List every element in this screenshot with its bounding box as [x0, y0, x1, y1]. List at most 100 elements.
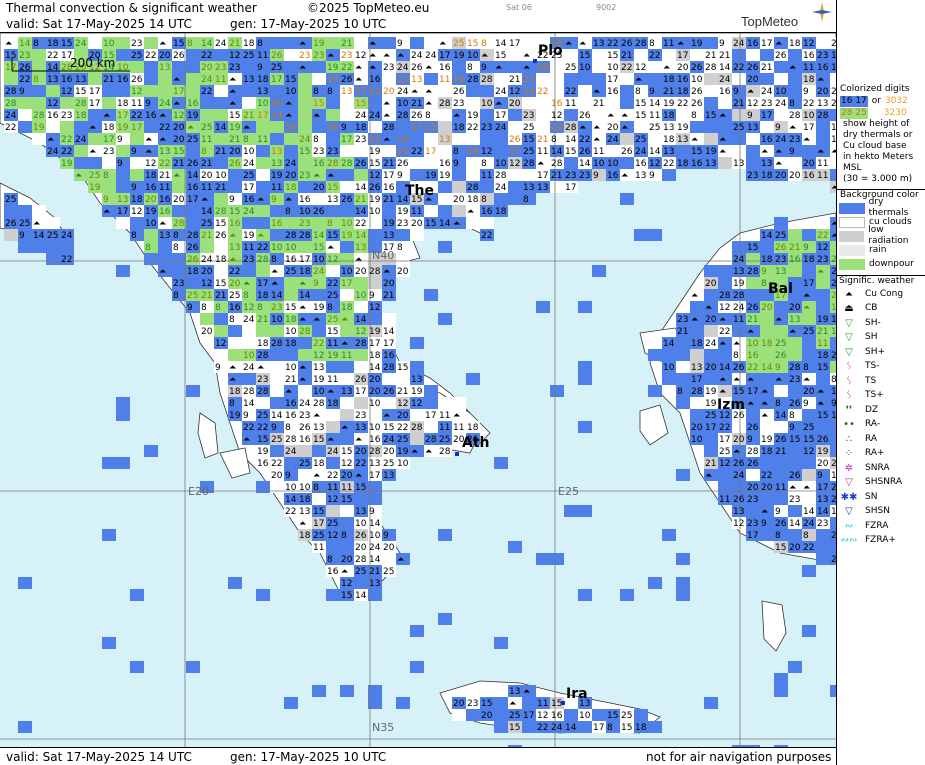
cu-cong-icon: ⏶	[369, 39, 377, 49]
thermal-digit: 25	[327, 519, 338, 529]
thermal-digit: 25	[313, 531, 324, 541]
thermal-cell	[438, 313, 452, 325]
thermal-cell	[802, 469, 816, 481]
cu-cong-icon: ⏶	[313, 171, 321, 181]
thermal-cell	[508, 541, 522, 553]
thermal-cell	[816, 301, 830, 313]
thermal-digit: 26	[621, 147, 633, 157]
thermal-cell	[648, 577, 662, 589]
thermal-digit: 16	[747, 39, 759, 49]
thermal-digit: 20	[705, 363, 717, 373]
thermal-digit: 20	[201, 63, 213, 73]
thermal-digit: 22	[47, 51, 58, 61]
cu-cong-icon: ⏶	[691, 315, 699, 325]
thermal-digit: 17	[341, 279, 352, 289]
thermal-digit: 18	[285, 183, 297, 193]
thermal-digit: 17	[187, 195, 198, 205]
thermal-digit: 21	[593, 99, 604, 109]
thermal-digit: 12	[327, 255, 338, 265]
thermal-cell	[18, 121, 32, 133]
thermal-cell	[172, 265, 186, 277]
thermal-digit: 17	[803, 279, 814, 289]
thermal-cell	[704, 37, 718, 49]
corfu-land	[197, 412, 219, 459]
thermal-digit: 14	[271, 291, 283, 301]
thermal-digit: 19	[257, 447, 269, 457]
thermal-cell	[130, 61, 144, 73]
thermal-cell	[256, 325, 270, 337]
cu-cong-icon: ⏶	[229, 87, 237, 97]
thermal-digit: 26	[299, 423, 311, 433]
thermal-digit: 10	[607, 63, 619, 73]
thermal-cell	[760, 421, 774, 433]
thermal-digit: 8	[551, 135, 557, 145]
thermal-cell	[592, 109, 606, 121]
thermal-cell	[270, 349, 284, 361]
thermal-cell	[536, 109, 550, 121]
thermal-digit: 28	[565, 123, 577, 133]
thermal-cell	[704, 697, 718, 709]
thermal-digit: 12	[327, 531, 338, 541]
thermal-digit: 22	[537, 87, 548, 97]
thermal-digit: 14	[271, 411, 283, 421]
cu-cong-icon: ⏶	[845, 288, 853, 300]
weather-map[interactable]: ⏶ 14 8 18 15 24 10 23 ⏶ 15 8 14 24 21 18 8 ⏶ 19 21 ⏶ 9 ⏶ 25 15 8…	[0, 32, 836, 748]
grid-label-n35: N35	[372, 721, 394, 734]
thermal-digit: 9	[803, 399, 809, 409]
thermal-digit: 15	[425, 123, 436, 133]
thermal-cell	[60, 241, 74, 253]
thermal-digit: 9	[649, 171, 655, 181]
thermal-cell	[648, 61, 662, 73]
thermal-cell	[522, 169, 536, 181]
thermal-digit: 15	[635, 111, 646, 121]
thermal-digit: 24	[733, 303, 745, 313]
thermal-cell	[144, 85, 158, 97]
thermal-digit: 14	[719, 363, 731, 373]
thermal-digit: 20	[341, 555, 353, 565]
thermal-digit: 25	[523, 123, 534, 133]
thermal-digit: 18	[663, 111, 675, 121]
thermal-digit: 13	[327, 195, 338, 205]
thermal-digit: 11	[537, 699, 548, 709]
thermal-cell	[340, 541, 354, 553]
thermal-cell	[746, 49, 760, 61]
thermal-digit: 19	[663, 99, 675, 109]
legend-weather-label: TS-	[865, 361, 880, 372]
thermal-digit: 18	[817, 351, 829, 361]
cu-cong-icon: ⏶	[719, 339, 727, 349]
header-valid-line: valid: Sat 17-May-2025 14 UTC gen: 17-Ma…	[0, 16, 836, 32]
thermal-cell	[256, 157, 270, 169]
thermal-cell	[284, 133, 298, 145]
thermal-cell	[256, 121, 270, 133]
thermal-cell	[340, 241, 354, 253]
thermal-cell	[480, 217, 494, 229]
thermal-digit: 26	[383, 387, 395, 397]
thermal-cell	[270, 229, 284, 241]
thermal-digit: 8	[691, 111, 697, 121]
thermal-digit: 20	[747, 75, 759, 85]
thermal-cell	[242, 265, 256, 277]
thermal-digit: 8	[313, 87, 319, 97]
thermal-digit: 22	[649, 51, 660, 61]
thermal-digit: 12	[509, 87, 520, 97]
thermal-cell	[18, 109, 32, 121]
thermal-cell	[802, 493, 816, 505]
legend-weather-label: CB	[865, 303, 878, 314]
cu-cong-icon: ⏶	[803, 375, 811, 385]
thermal-digit: 22	[621, 63, 632, 73]
thermal-digit: 15	[747, 243, 758, 253]
thermal-cell	[704, 73, 718, 85]
thermal-digit: 19	[467, 147, 479, 157]
thermal-cell	[270, 85, 284, 97]
thermal-cell	[788, 385, 802, 397]
thermal-digit: 25	[89, 171, 100, 181]
thermal-cell	[774, 745, 788, 747]
thermal-digit: 19	[425, 171, 437, 181]
thermal-digit: 9	[215, 363, 221, 373]
thermal-cell	[116, 457, 130, 469]
thermal-digit: 16	[439, 63, 451, 73]
thermal-digit: 22	[201, 51, 212, 61]
thermal-digit: 22	[481, 231, 492, 241]
cu-cong-icon: ⏶	[159, 111, 167, 121]
cu-cong-icon: ⏶	[467, 207, 475, 217]
